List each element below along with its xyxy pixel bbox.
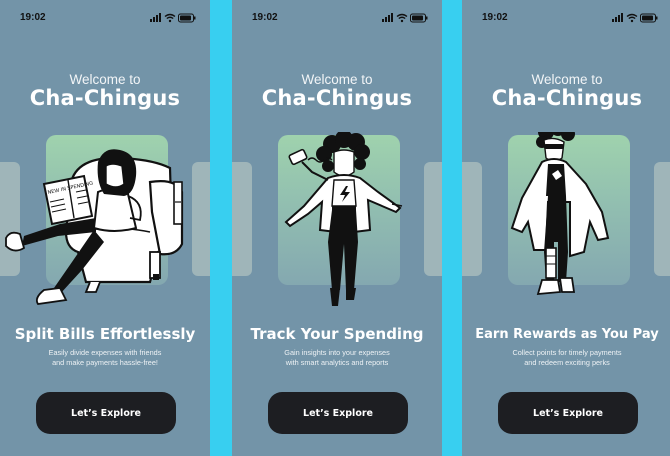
status-time: 19:02	[482, 12, 508, 23]
status-bar: 19:02	[232, 12, 442, 26]
subtitle-line-2: and make payments hassle-free!	[52, 357, 158, 367]
onboarding-heading: Earn Rewards as You Pay	[475, 327, 659, 342]
brand-title: Cha-Chingus	[261, 86, 413, 110]
onboarding-subtitle: Collect points for timely payments and r…	[482, 348, 652, 367]
lets-explore-button[interactable]: Let’s Explore	[498, 392, 638, 434]
status-icons	[612, 13, 658, 23]
status-bar: 19:02	[462, 12, 670, 26]
status-bar: 19:02	[0, 12, 210, 26]
subtitle-line-2: with smart analytics and reports	[285, 357, 389, 367]
onboarding-heading: Split Bills Effortlessly	[14, 325, 196, 343]
welcome-text: Welcome to	[69, 72, 141, 87]
onboarding-subtitle: Gain insights into your expenses with sm…	[252, 348, 422, 367]
status-icons	[382, 13, 428, 23]
onboarding-screen-earn-rewards: 19:02 Welcome to Cha-Chingus Earn Reward…	[462, 0, 670, 456]
illustration-woman-with-phone	[284, 132, 403, 306]
subtitle-line-1: Easily divide expenses with friends	[48, 348, 162, 357]
brand-title: Cha-Chingus	[29, 86, 181, 110]
onboarding-subtitle: Easily divide expenses with friends and …	[20, 348, 190, 367]
illustration-woman-in-long-coat	[510, 132, 610, 296]
lets-explore-button[interactable]: Let’s Explore	[36, 392, 176, 434]
lets-explore-button[interactable]: Let’s Explore	[268, 392, 408, 434]
status-icons	[150, 13, 196, 23]
illustration-reading-in-armchair: NEW IN SPENDING	[5, 149, 184, 305]
subtitle-line-2: and redeem exciting perks	[524, 357, 610, 367]
welcome-text: Welcome to	[531, 72, 603, 87]
onboarding-screen-split-bills: 19:02 Welcome to Cha-Chingus NEW IN SPEN…	[0, 0, 210, 456]
status-time: 19:02	[20, 12, 46, 23]
status-time: 19:02	[252, 12, 278, 23]
brand-title: Cha-Chingus	[491, 86, 643, 110]
subtitle-line-1: Gain insights into your expenses	[284, 348, 390, 357]
onboarding-heading: Track Your Spending	[250, 325, 424, 343]
subtitle-line-1: Collect points for timely payments	[512, 348, 622, 357]
welcome-text: Welcome to	[301, 72, 373, 87]
onboarding-screen-track-spending: 19:02 Welcome to Cha-Chingus Track Your …	[232, 0, 442, 456]
